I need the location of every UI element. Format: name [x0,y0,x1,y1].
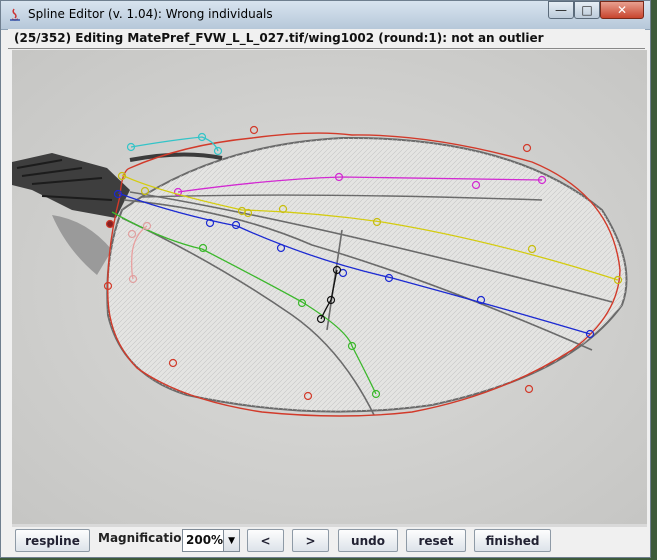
wing-base-marker [107,221,113,227]
next-button[interactable]: > [292,529,329,552]
close-button[interactable]: ✕ [600,1,644,19]
title-bar[interactable]: Spline Editor (v. 1.04): Wrong individua… [1,1,650,30]
respline-button[interactable]: respline [15,529,90,552]
status-label: (25/352) Editing MatePref_FVW_L_L_027.ti… [8,29,645,49]
java-app-icon [10,8,20,21]
minimize-button[interactable]: — [548,1,574,19]
bottom-toolbar: respline Magnification: 200% ▼ < > undo … [8,528,645,553]
spline-overlay[interactable] [12,50,647,524]
window-title: Spline Editor (v. 1.04): Wrong individua… [28,7,273,21]
finished-button[interactable]: finished [474,529,551,552]
spline-editor-window: Spline Editor (v. 1.04): Wrong individua… [0,0,651,558]
reset-button[interactable]: reset [406,529,466,552]
magnification-label: Magnification: [98,531,195,545]
horizontal-scrollbar[interactable] [12,524,647,527]
magnification-value: 200% [186,533,224,547]
previous-button[interactable]: < [247,529,284,552]
editor-content: (25/352) Editing MatePref_FVW_L_L_027.ti… [8,29,647,553]
maximize-button[interactable]: □ [574,1,600,19]
wing-image-canvas[interactable] [12,50,647,524]
magnification-select[interactable]: 200% ▼ [182,529,240,552]
undo-button[interactable]: undo [338,529,398,552]
window-controls: — □ ✕ [548,1,644,19]
dropdown-arrow-icon[interactable]: ▼ [223,530,239,551]
